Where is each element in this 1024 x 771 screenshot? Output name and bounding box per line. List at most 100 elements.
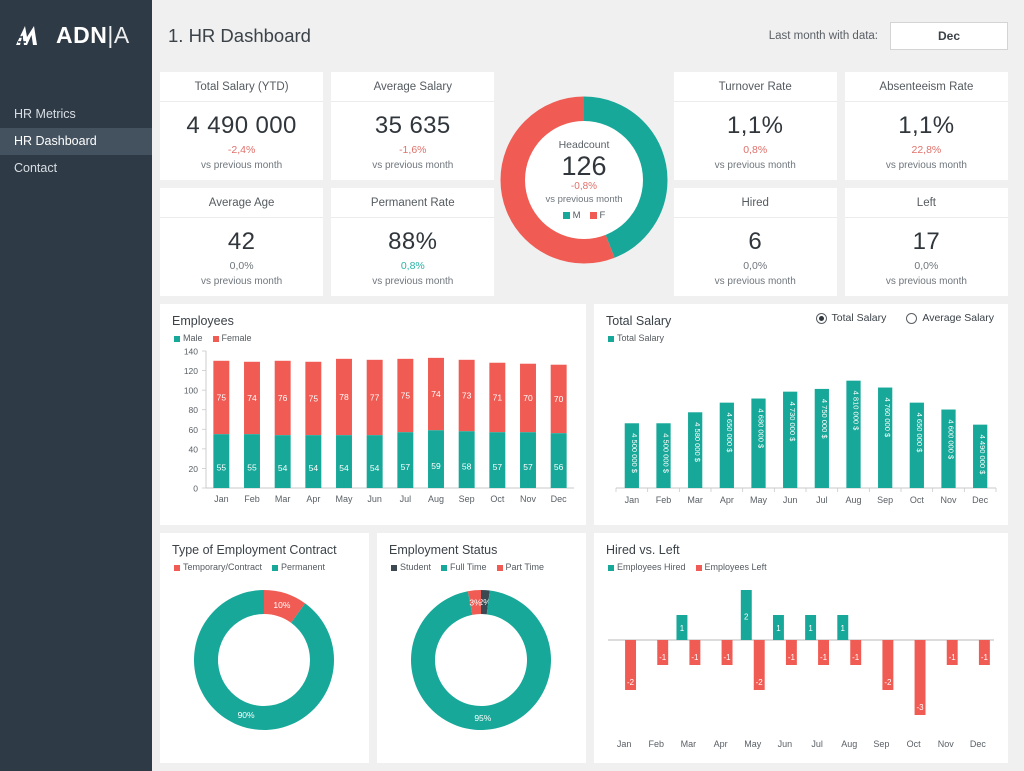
svg-text:100: 100	[184, 386, 198, 396]
radio-icon-unselected	[906, 312, 918, 324]
kpi-subtitle: vs previous month	[201, 276, 283, 288]
svg-text:Sep: Sep	[877, 495, 893, 505]
legend-swatch-left	[695, 565, 702, 571]
svg-text:Jul: Jul	[816, 495, 828, 505]
svg-text:54: 54	[309, 463, 319, 473]
kpi-delta: -2,4%	[227, 144, 256, 157]
svg-text:Mar: Mar	[275, 494, 291, 504]
chart-employees: 0 20 40 60 80 100 120 140 75 55 Jan 74 55 Feb 76 54 Mar 7…	[184, 347, 574, 504]
legend-item-left: Employees Left	[695, 562, 767, 572]
svg-text:4 680 000 $: 4 680 000 $	[757, 409, 766, 449]
svg-text:3%: 3%	[469, 597, 482, 607]
kpi-body: 4 490 000 -2,4% vs previous month	[160, 102, 323, 180]
svg-text:-1: -1	[691, 653, 699, 662]
legend-swatch-full-time	[441, 565, 448, 571]
svg-text:Mar: Mar	[687, 495, 703, 505]
legend-item-full-time: Full Time	[441, 562, 487, 572]
kpi-card-permanent-rate: Permanent Rate 88% 0,8% vs previous mont…	[331, 188, 495, 296]
svg-text:4 500 000 $: 4 500 000 $	[662, 433, 671, 473]
legend-swatch-total-salary	[608, 336, 614, 342]
svg-text:57: 57	[401, 462, 411, 472]
kpi-title: Absenteeism Rate	[844, 72, 1008, 102]
svg-text:May: May	[744, 739, 762, 749]
legend-label-male: Male	[183, 333, 203, 343]
legend-label-full-time: Full Time	[450, 562, 487, 572]
svg-text:Apr: Apr	[306, 494, 320, 504]
main-area: 1. HR Dashboard Last month with data: De…	[152, 0, 1024, 771]
svg-text:4 760 000 $: 4 760 000 $	[883, 398, 892, 438]
svg-text:70: 70	[523, 393, 533, 403]
brand-logo[interactable]: ADN|A	[0, 0, 152, 49]
svg-text:4 730 000 $: 4 730 000 $	[788, 402, 797, 442]
kpi-title: Average Age	[160, 188, 324, 218]
page-title: 1. HR Dashboard	[168, 25, 311, 46]
charts-area: Employees Male Female 0 20 40 60 80 100 120 140…	[152, 296, 1024, 771]
kpi-body: 1,1% 22,8% vs previous month	[845, 102, 1008, 180]
chart-legend-employment-status: Student Full Time Part Time	[377, 557, 586, 572]
svg-text:Aug: Aug	[841, 739, 857, 749]
radio-average-salary[interactable]: Average Salary	[906, 312, 994, 324]
svg-text:Aug: Aug	[428, 494, 444, 504]
sidebar-item-label: HR Metrics	[14, 107, 76, 121]
chart-title-contract-type: Type of Employment Contract	[172, 543, 337, 557]
svg-text:-2: -2	[756, 678, 764, 687]
kpi-title: Turnover Rate	[673, 72, 837, 102]
kpi-delta: 0,0%	[229, 260, 254, 273]
svg-text:40: 40	[189, 444, 199, 454]
sidebar-item-label: HR Dashboard	[14, 134, 97, 148]
kpi-delta: 0,8%	[743, 144, 768, 157]
chart-legend-contract-type: Temporary/Contract Permanent	[160, 557, 369, 572]
kpi-delta: 0,8%	[400, 260, 425, 273]
kpi-subtitle: vs previous month	[372, 160, 454, 172]
chart-title-employment-status: Employment Status	[389, 543, 498, 557]
svg-text:-3: -3	[916, 703, 924, 712]
svg-text:Jun: Jun	[783, 495, 798, 505]
sidebar-item-label: Contact	[14, 161, 58, 175]
svg-text:56: 56	[554, 462, 564, 472]
kpi-zone: Total Salary (YTD) 4 490 000 -2,4% vs pr…	[152, 72, 1024, 296]
legend-swatch-male	[174, 336, 180, 342]
svg-text:Jul: Jul	[811, 739, 823, 749]
svg-text:-1: -1	[981, 653, 989, 662]
svg-text:Mar: Mar	[681, 739, 697, 749]
panel-hired-vs-left: Hired vs. Left Employees Hired Employees…	[594, 533, 1008, 763]
svg-text:Feb: Feb	[648, 739, 664, 749]
sidebar-item-contact[interactable]: Contact	[0, 155, 152, 182]
chart-legend-hired-vs-left: Employees Hired Employees Left	[594, 557, 1008, 572]
dashboard-app: ADN|A HR Metrics HR Dashboard Contact 1.…	[0, 0, 1024, 771]
panel-employees: Employees Male Female 0 20 40 60 80 100 120 140…	[160, 304, 586, 525]
svg-text:4 600 000 $: 4 600 000 $	[947, 420, 956, 460]
svg-text:76: 76	[278, 393, 288, 403]
svg-text:Jun: Jun	[367, 494, 382, 504]
legend-swatch-female	[212, 336, 219, 342]
legend-item-hired: Employees Hired	[608, 562, 686, 572]
panel-total-salary: Total Salary Total Salary Total Salary A…	[594, 304, 1008, 525]
sidebar-item-hr-dashboard[interactable]: HR Dashboard	[0, 128, 152, 155]
svg-text:74: 74	[431, 389, 441, 399]
svg-text:70: 70	[554, 394, 564, 404]
kpi-delta: 22,8%	[911, 144, 942, 157]
kpi-title: Left	[844, 188, 1008, 218]
svg-text:4 750 000 $: 4 750 000 $	[820, 399, 829, 439]
last-month-value: Dec	[937, 29, 960, 43]
last-month-select[interactable]: Dec	[890, 22, 1008, 50]
svg-text:Dec: Dec	[551, 494, 568, 504]
sidebar-item-hr-metrics[interactable]: HR Metrics	[0, 101, 152, 128]
legend-item-male: Male	[174, 333, 203, 343]
legend-label-female: Female	[221, 333, 252, 343]
legend-label-hired: Employees Hired	[617, 562, 686, 572]
legend-item-temporary: Temporary/Contract	[174, 562, 262, 572]
kpi-subtitle: vs previous month	[372, 276, 454, 288]
svg-text:4 650 000 $: 4 650 000 $	[915, 413, 924, 453]
svg-text:140: 140	[184, 347, 198, 357]
kpi-card-headcount-slot	[502, 72, 666, 180]
kpi-value: 35 635	[374, 111, 451, 139]
kpi-card-average-age: Average Age 42 0,0% vs previous month	[160, 188, 324, 296]
sidebar: ADN|A HR Metrics HR Dashboard Contact	[0, 0, 152, 771]
radio-total-salary[interactable]: Total Salary	[815, 312, 886, 324]
svg-text:Jan: Jan	[625, 495, 640, 505]
svg-text:4 580 000 $: 4 580 000 $	[693, 422, 702, 462]
kpi-title: Average Salary	[331, 72, 495, 102]
radio-icon-selected	[815, 312, 827, 324]
last-month-label: Last month with data:	[768, 30, 878, 42]
